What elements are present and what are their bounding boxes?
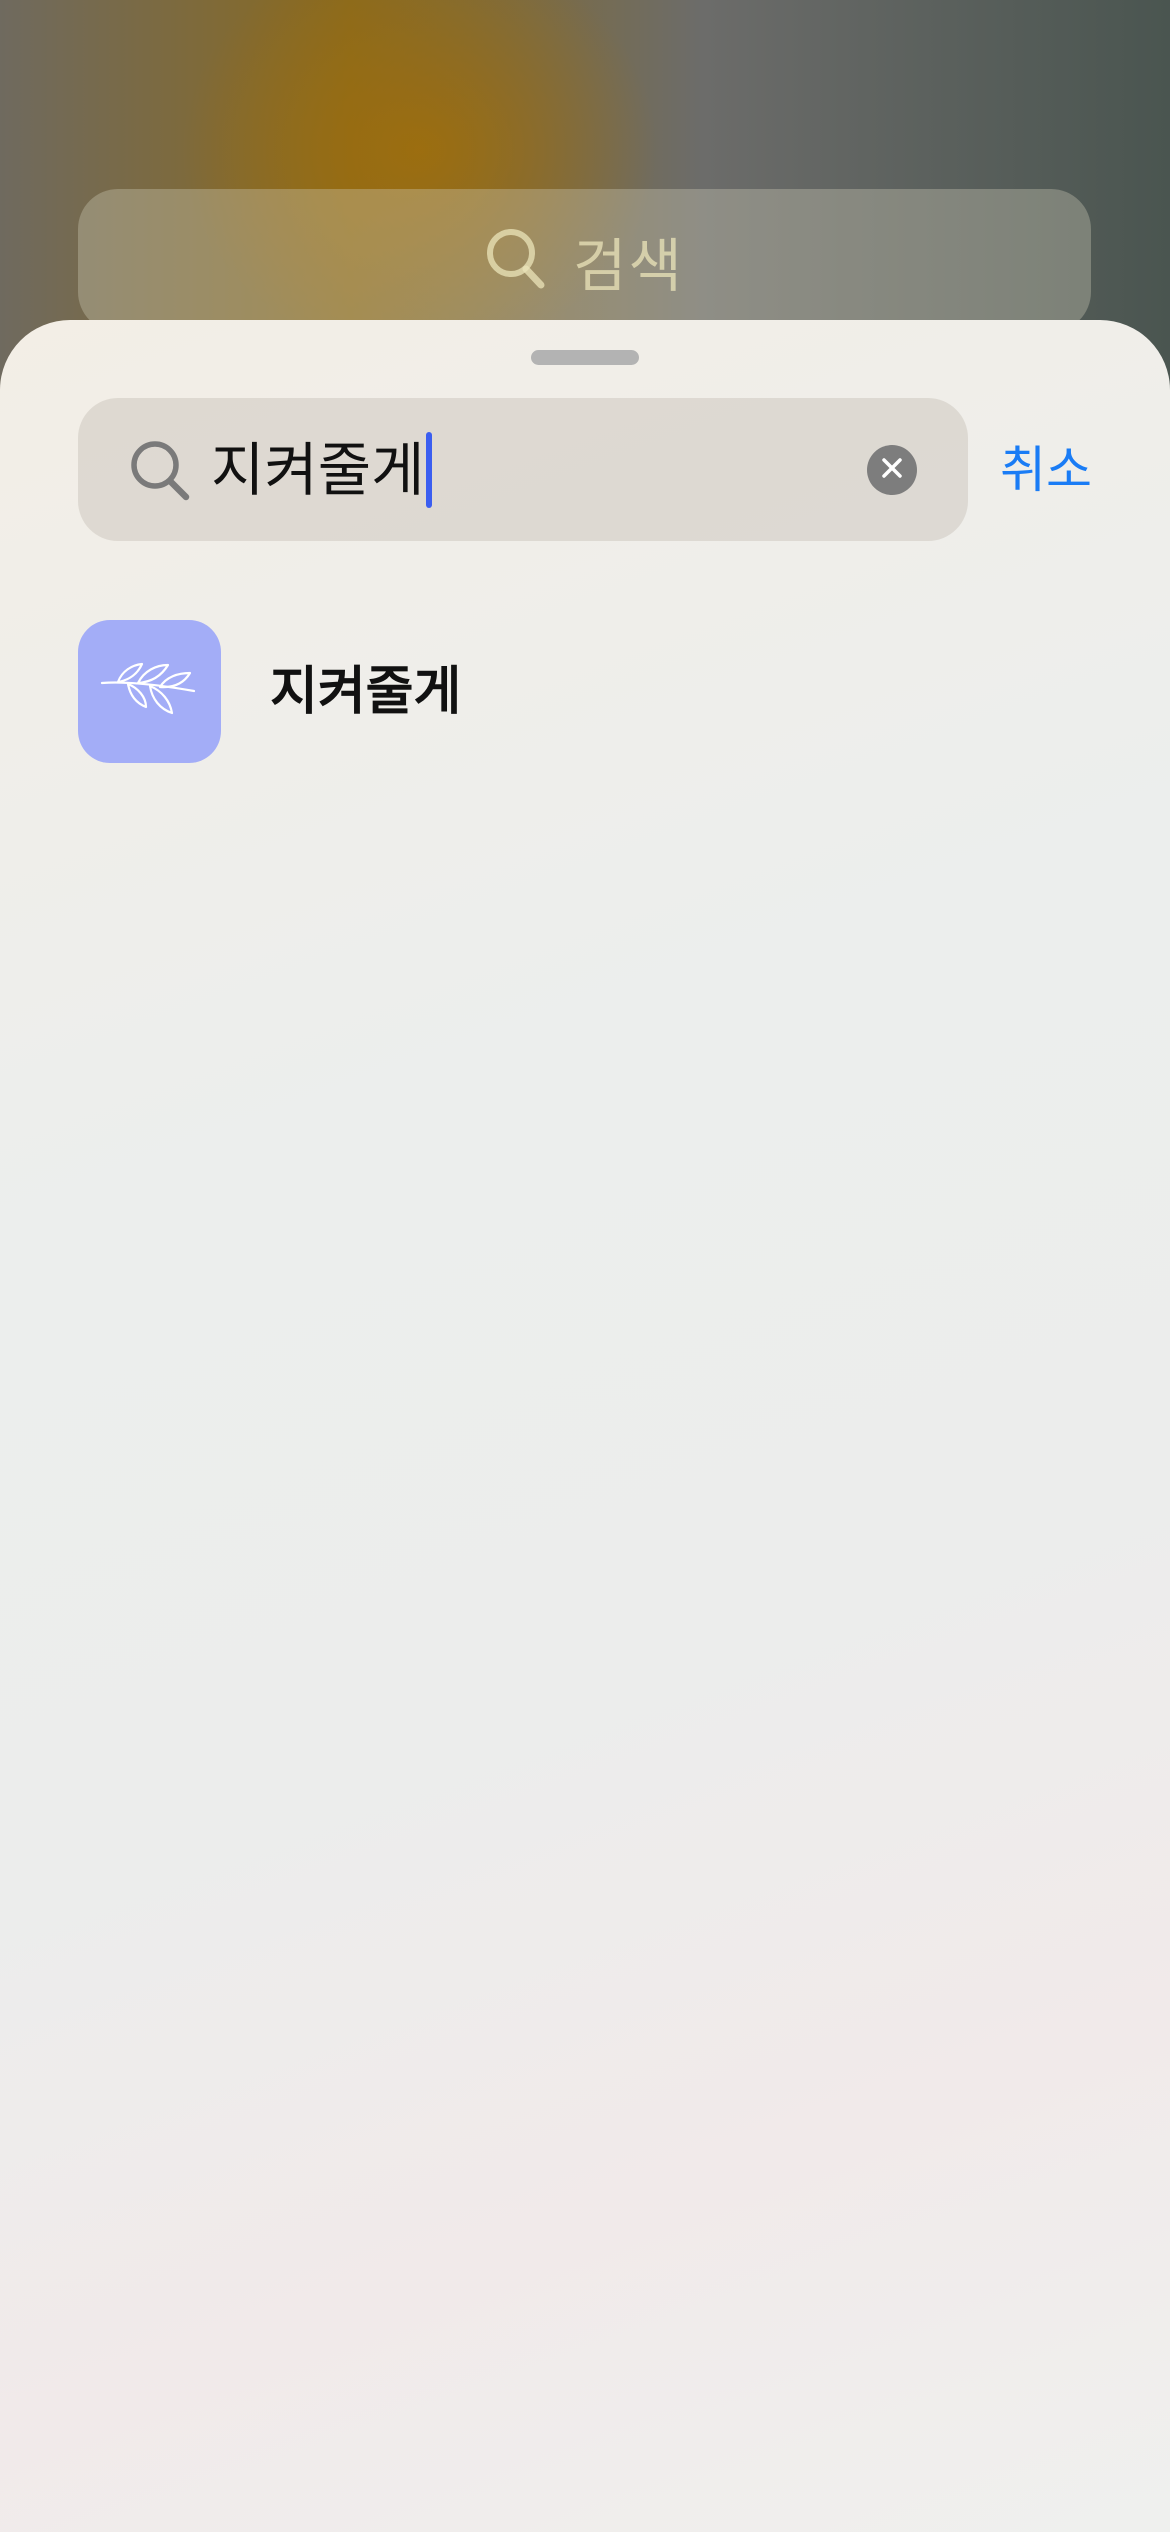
sheet-grabber[interactable] — [531, 350, 639, 365]
text-caret — [426, 432, 433, 508]
result-item[interactable]: 지켜줄게 — [78, 620, 1092, 765]
clear-search-button[interactable] — [867, 445, 917, 495]
app-icon[interactable] — [78, 620, 221, 763]
result-title: 지켜줄게 — [270, 662, 462, 722]
leaf-branch-icon — [98, 655, 202, 729]
clear-icon — [880, 456, 904, 484]
search-icon — [128, 438, 194, 504]
cancel-button[interactable]: 취소 — [1000, 430, 1092, 510]
search-input[interactable]: 지켜줄게 — [78, 398, 968, 541]
search-query: 지켜줄게 — [211, 436, 425, 504]
search-icon — [485, 227, 545, 295]
background-search-placeholder: 검색 — [573, 231, 684, 300]
search-input-text[interactable]: 지켜줄게 — [211, 430, 433, 510]
search-sheet: 지켜줄게 취소 지켜줄게 — [0, 320, 1170, 2532]
background-search-bar: 검색 — [78, 189, 1091, 332]
